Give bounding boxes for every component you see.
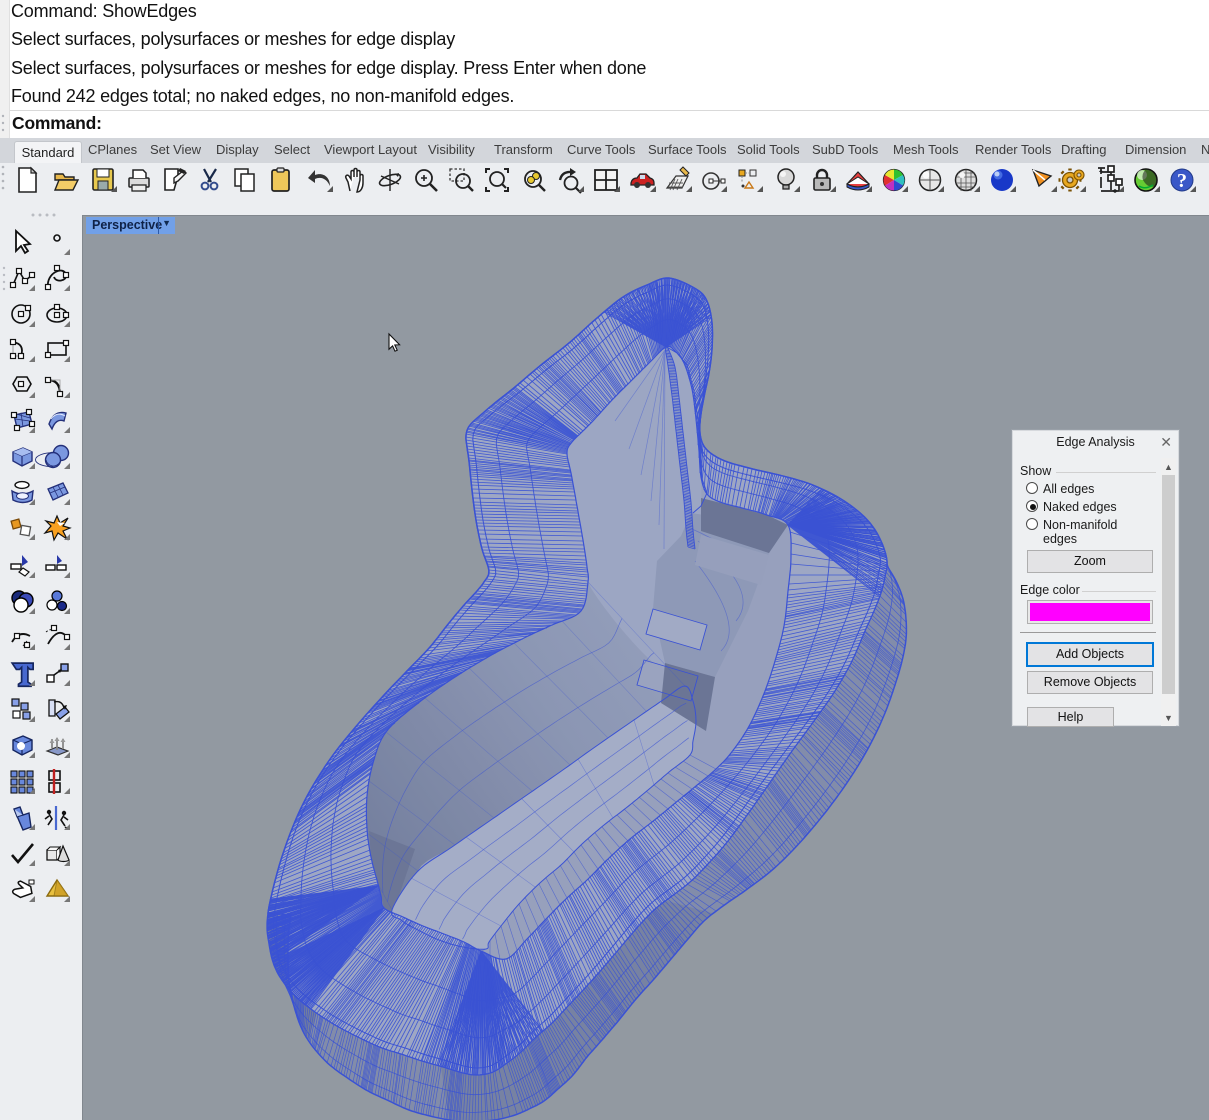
svg-text:?: ? [1177,170,1187,192]
